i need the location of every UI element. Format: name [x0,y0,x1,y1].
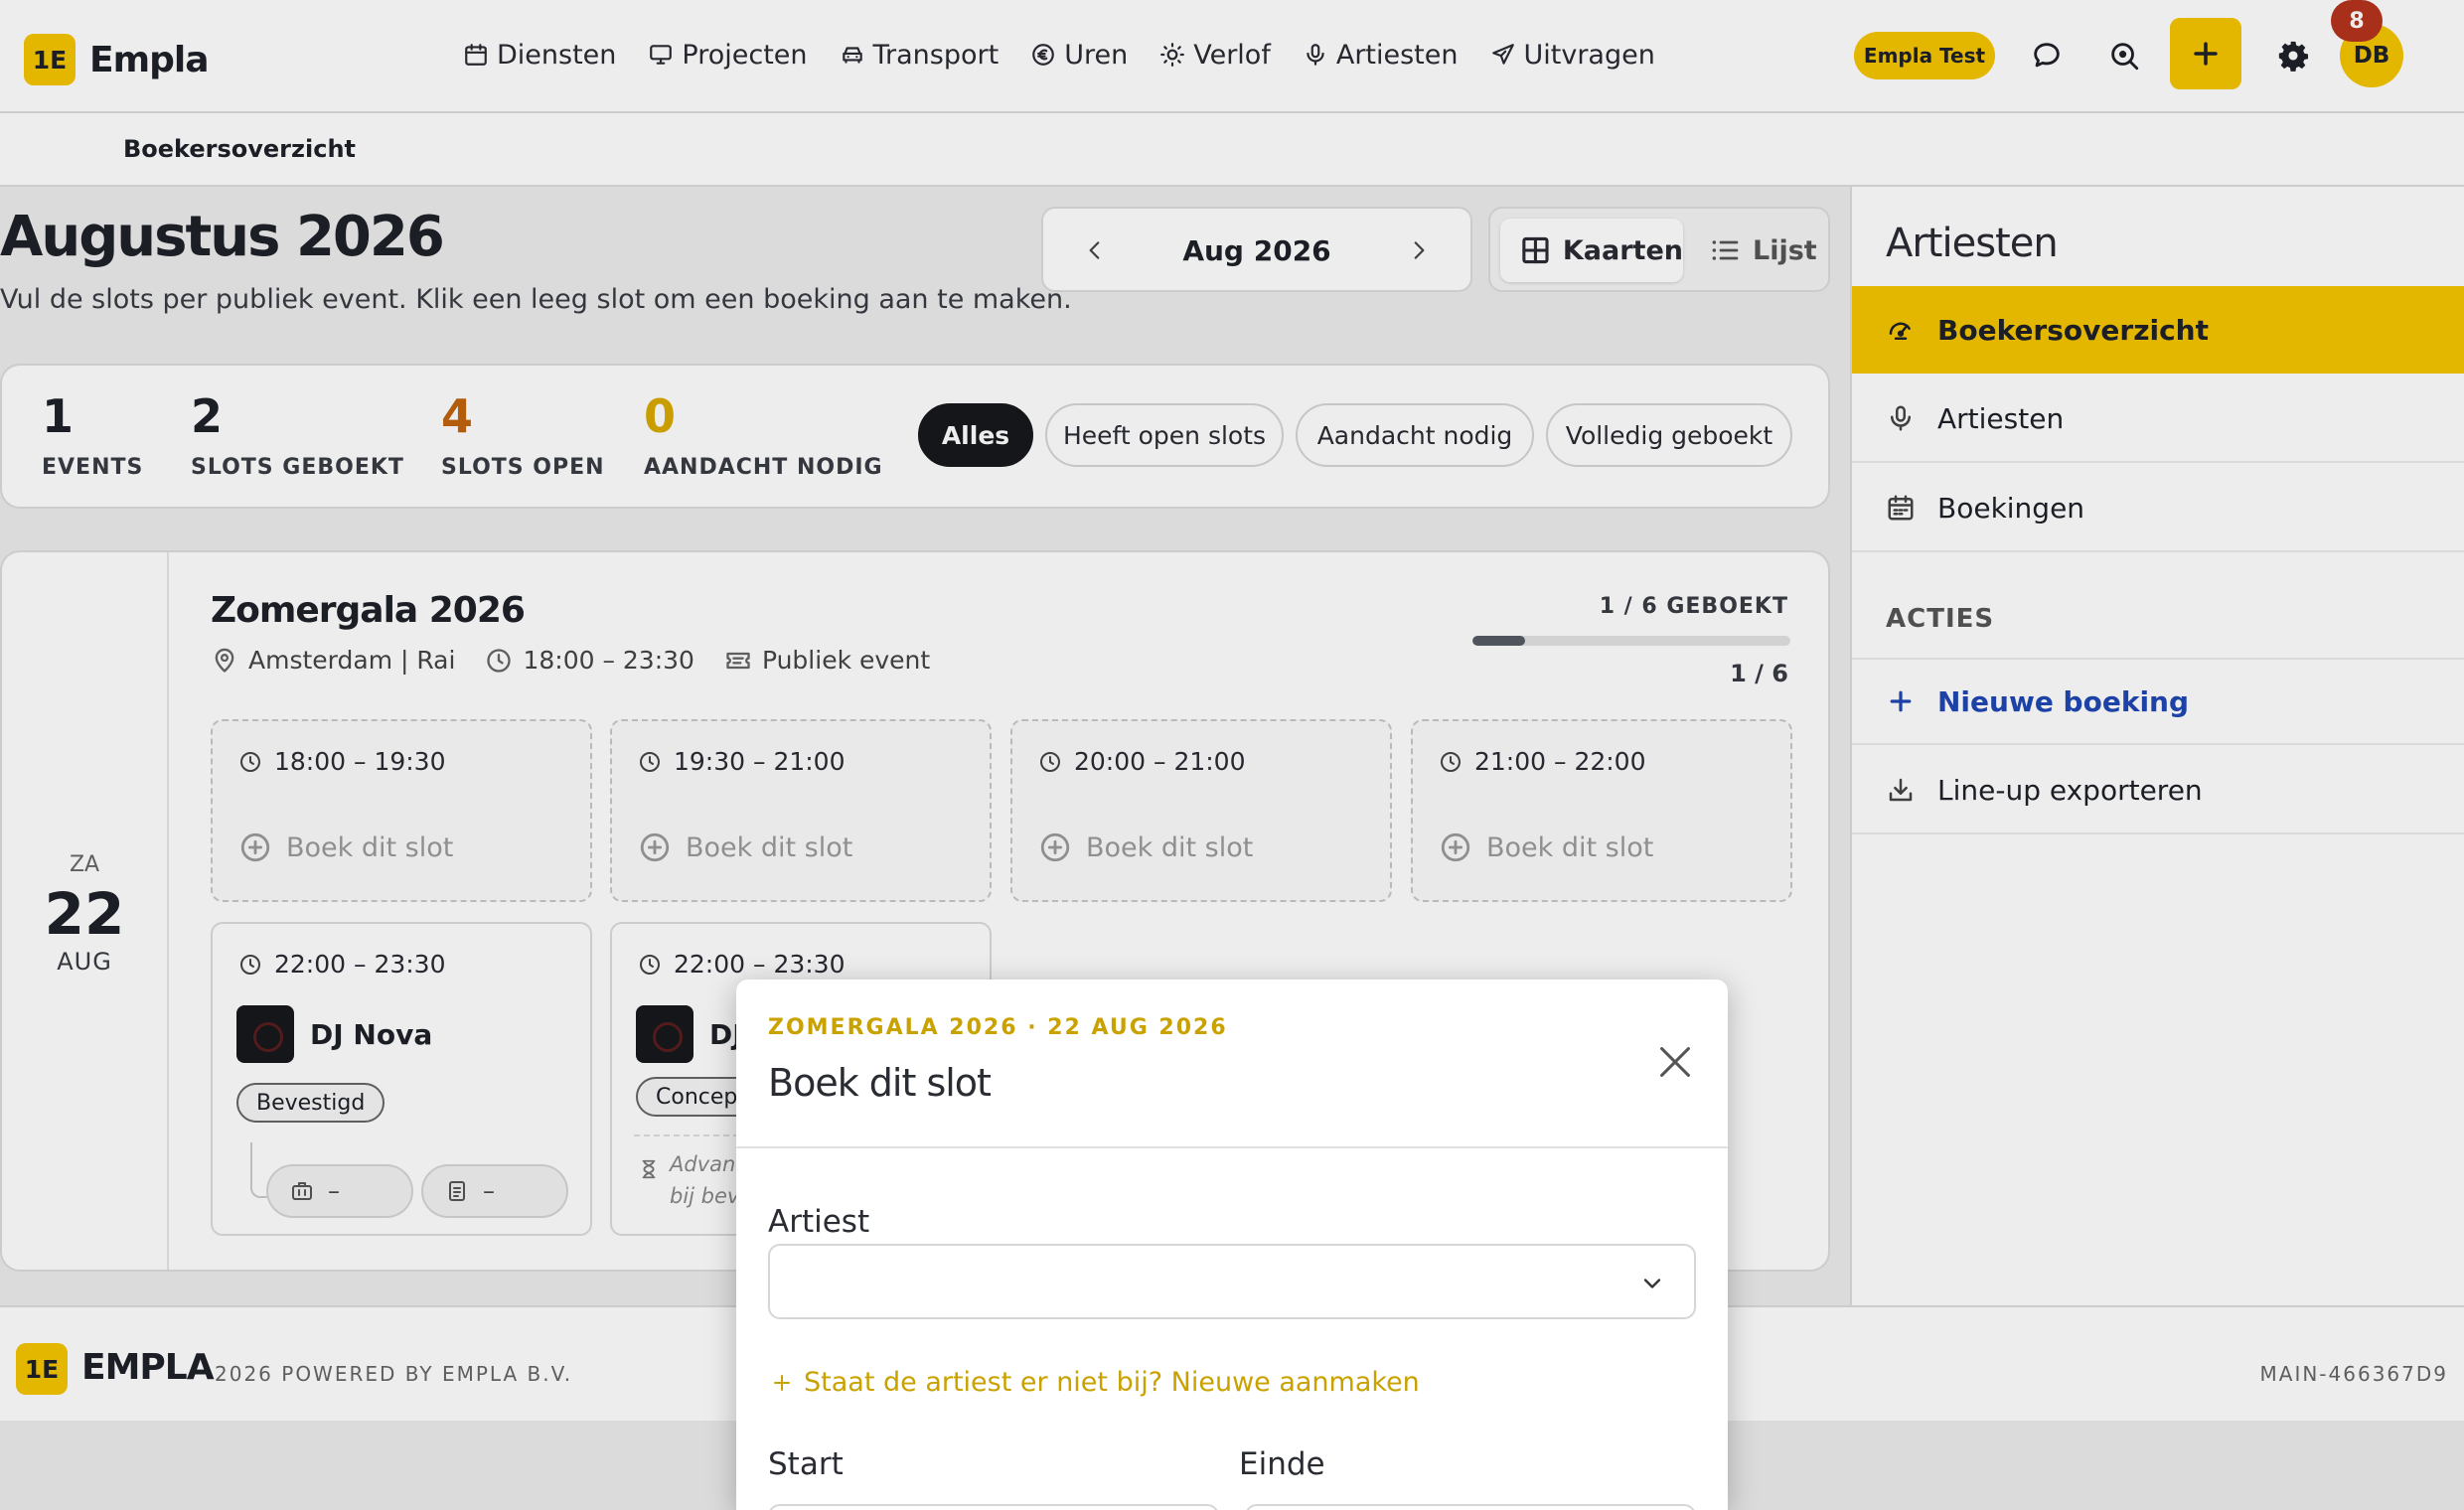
modal-overline: ZOMERGALA 2026 · 22 AUG 2026 [768,1015,1228,1040]
plus-icon [774,1374,790,1391]
create-artist-link[interactable]: Staat de artiest er niet bij? Nieuwe aan… [770,1367,1420,1398]
end-field-label: Einde [1239,1446,1325,1482]
end-time-input[interactable] [1245,1504,1696,1510]
modal-divider [736,1146,1728,1148]
create-artist-label: Staat de artiest er niet bij? Nieuwe aan… [804,1367,1420,1398]
modal-close-button[interactable] [1652,1039,1698,1085]
artist-field-label: Artiest [768,1204,870,1240]
modal-title: Boek dit slot [768,1061,992,1105]
close-icon [1660,1047,1690,1077]
artist-select[interactable] [768,1244,1696,1319]
start-time-input[interactable] [768,1504,1219,1510]
book-slot-modal: ZOMERGALA 2026 · 22 AUG 2026 Boek dit sl… [736,980,1728,1510]
start-field-label: Start [768,1446,844,1482]
chevron-down-icon [1643,1279,1661,1288]
